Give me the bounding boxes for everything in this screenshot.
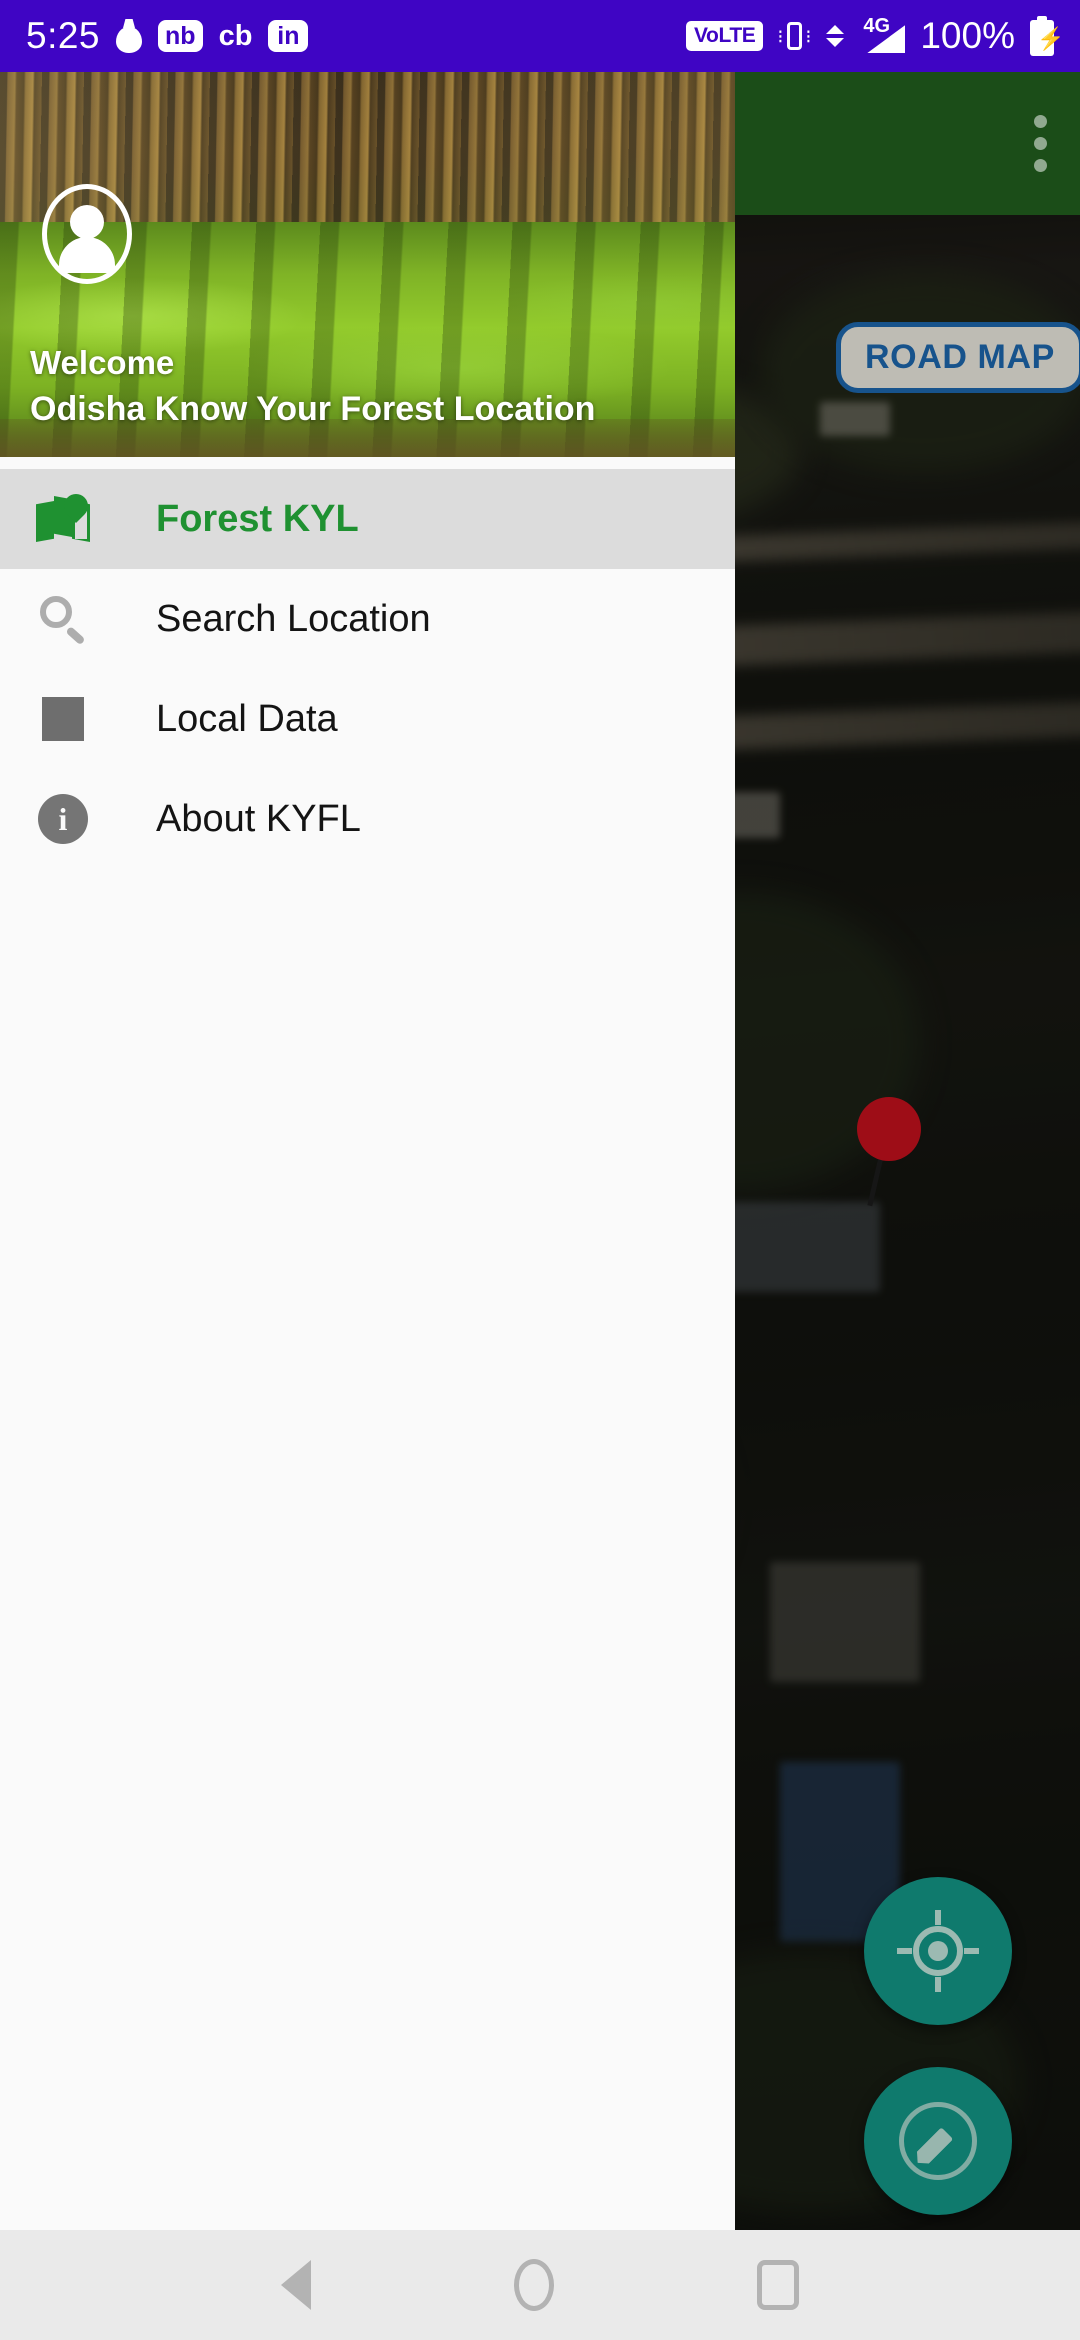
volte-icon: VoLTE [685, 21, 764, 51]
drawer-header-text: Welcome Odisha Know Your Forest Location [30, 344, 595, 429]
linkedin-icon: in [268, 19, 309, 53]
navigation-drawer: Welcome Odisha Know Your Forest Location… [0, 72, 735, 2230]
my-location-fab[interactable] [864, 1877, 1012, 2025]
vibrate-icon: ⁝ ⁝ [777, 18, 811, 54]
road-map-button[interactable]: ROAD MAP [836, 322, 1080, 393]
location-marker[interactable] [857, 1097, 927, 1207]
sidebar-item-about-kyfl[interactable]: i About KYFL [0, 769, 735, 869]
sidebar-item-label: Forest KYL [156, 497, 359, 540]
marker-stem [867, 1154, 884, 1207]
crosshair-icon [897, 1910, 979, 1992]
welcome-label: Welcome [30, 344, 175, 381]
marker-dot [857, 1097, 921, 1161]
clock: 5:25 [26, 15, 101, 56]
cb-app-icon: cb [218, 19, 253, 52]
back-button[interactable] [281, 2260, 312, 2310]
avatar[interactable] [42, 184, 132, 284]
data-transfer-icon [825, 19, 844, 53]
status-bar-right: VoLTE ⁝ ⁝ 4G 100% ⚡ [685, 15, 1064, 57]
map-pin-icon [32, 489, 94, 542]
overflow-menu-icon[interactable] [1033, 115, 1050, 172]
search-icon [32, 594, 94, 646]
battery-percent-label: 100% [920, 15, 1015, 56]
system-navigation-bar [0, 2230, 1080, 2340]
status-bar: 5:25 nb cb in VoLTE ⁝ ⁝ 4G 100% ⚡ [0, 0, 1080, 72]
info-icon: i [32, 794, 94, 844]
edit-fab[interactable] [864, 2067, 1012, 2215]
sidebar-item-label: About KYFL [156, 797, 361, 840]
status-bar-left: 5:25 nb cb in [26, 15, 309, 57]
home-button[interactable] [513, 2259, 554, 2311]
battery-charging-icon: ⚡ [1030, 16, 1064, 56]
recents-button[interactable] [756, 2260, 799, 2310]
sidebar-item-label: Search Location [156, 597, 431, 640]
nb-app-icon: nb [158, 19, 203, 53]
sidebar-item-forest-kyl[interactable]: Forest KYL [0, 469, 735, 569]
sidebar-item-search-location[interactable]: Search Location [0, 569, 735, 669]
app-name-label: Odisha Know Your Forest Location [30, 390, 596, 428]
edit-pencil-icon [899, 2102, 977, 2180]
square-icon [32, 697, 94, 741]
drawer-menu: Forest KYL Search Location Local Data i … [0, 457, 735, 869]
phone-screen: ation ROAD MAP [0, 0, 1080, 2340]
sidebar-item-local-data[interactable]: Local Data [0, 669, 735, 769]
money-bag-icon [116, 19, 143, 53]
drawer-header: Welcome Odisha Know Your Forest Location [0, 72, 735, 457]
network-type-label: 4G [863, 15, 891, 37]
sidebar-item-label: Local Data [156, 697, 338, 740]
signal-icon: 4G [859, 15, 906, 55]
